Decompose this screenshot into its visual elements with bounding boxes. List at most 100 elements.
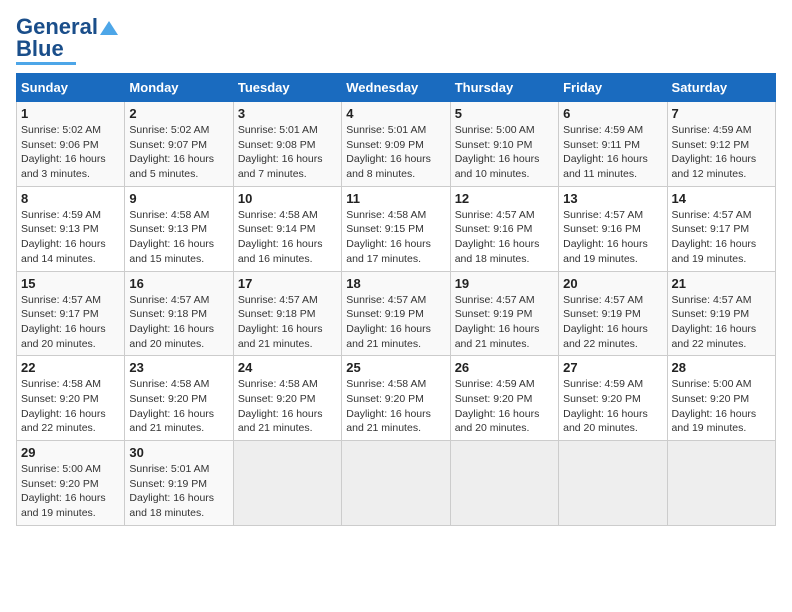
day-number: 24: [238, 360, 337, 375]
day-cell: 16Sunrise: 4:57 AM Sunset: 9:18 PM Dayli…: [125, 271, 233, 356]
day-cell: 25 Sunrise: 4:58 AM Sunset: 9:20 PM Dayli…: [342, 356, 450, 441]
day-cell: 10 Sunrise: 4:58 AM Sunset: 9:14 PM Dayli…: [233, 186, 341, 271]
day-number: 2: [129, 106, 228, 121]
day-cell: 9 Sunrise: 4:58 AM Sunset: 9:13 PM Daylig…: [125, 186, 233, 271]
day-number: 18: [346, 276, 445, 291]
weekday-header-friday: Friday: [559, 74, 667, 102]
day-info: Sunrise: 5:00 AM Sunset: 9:20 PM Dayligh…: [21, 462, 120, 521]
day-info: Sunrise: 4:58 AM Sunset: 9:20 PM Dayligh…: [129, 377, 228, 436]
day-info: Sunrise: 4:57 AM Sunset: 9:16 PM Dayligh…: [563, 208, 662, 267]
day-cell: 4Sunrise: 5:01 AM Sunset: 9:09 PM Daylig…: [342, 102, 450, 187]
week-row-3: 15Sunrise: 4:57 AM Sunset: 9:17 PM Dayli…: [17, 271, 776, 356]
day-cell: 14 Sunrise: 4:57 AM Sunset: 9:17 PM Dayli…: [667, 186, 775, 271]
day-number: 27: [563, 360, 662, 375]
day-cell: 6 Sunrise: 4:59 AM Sunset: 9:11 PM Daylig…: [559, 102, 667, 187]
day-info: Sunrise: 4:57 AM Sunset: 9:19 PM Dayligh…: [563, 293, 662, 352]
day-number: 17: [238, 276, 337, 291]
day-info: Sunrise: 4:57 AM Sunset: 9:18 PM Dayligh…: [238, 293, 337, 352]
day-info: Sunrise: 4:58 AM Sunset: 9:13 PM Dayligh…: [129, 208, 228, 267]
day-info: Sunrise: 4:58 AM Sunset: 9:20 PM Dayligh…: [346, 377, 445, 436]
header: General Blue: [16, 16, 776, 65]
day-cell: [667, 441, 775, 526]
day-cell: 5 Sunrise: 5:00 AM Sunset: 9:10 PM Daylig…: [450, 102, 558, 187]
day-info: Sunrise: 4:59 AM Sunset: 9:20 PM Dayligh…: [455, 377, 554, 436]
day-cell: 21Sunrise: 4:57 AM Sunset: 9:19 PM Dayli…: [667, 271, 775, 356]
day-number: 22: [21, 360, 120, 375]
weekday-header-tuesday: Tuesday: [233, 74, 341, 102]
day-cell: 19Sunrise: 4:57 AM Sunset: 9:19 PM Dayli…: [450, 271, 558, 356]
day-number: 16: [129, 276, 228, 291]
day-number: 15: [21, 276, 120, 291]
day-number: 14: [672, 191, 771, 206]
day-info: Sunrise: 4:57 AM Sunset: 9:19 PM Dayligh…: [672, 293, 771, 352]
day-number: 3: [238, 106, 337, 121]
day-cell: 22 Sunrise: 4:58 AM Sunset: 9:20 PM Dayli…: [17, 356, 125, 441]
day-info: Sunrise: 4:59 AM Sunset: 9:20 PM Dayligh…: [563, 377, 662, 436]
day-info: Sunrise: 4:59 AM Sunset: 9:11 PM Dayligh…: [563, 123, 662, 182]
day-cell: 13 Sunrise: 4:57 AM Sunset: 9:16 PM Dayli…: [559, 186, 667, 271]
day-cell: 11 Sunrise: 4:58 AM Sunset: 9:15 PM Dayli…: [342, 186, 450, 271]
day-number: 1: [21, 106, 120, 121]
day-info: Sunrise: 4:57 AM Sunset: 9:19 PM Dayligh…: [455, 293, 554, 352]
day-info: Sunrise: 5:00 AM Sunset: 9:20 PM Dayligh…: [672, 377, 771, 436]
logo-underline: [16, 62, 76, 65]
week-row-2: 8 Sunrise: 4:59 AM Sunset: 9:13 PM Daylig…: [17, 186, 776, 271]
logo-blue-line: Blue: [16, 38, 64, 60]
logo-icon: [100, 21, 118, 35]
day-number: 7: [672, 106, 771, 121]
day-cell: 27 Sunrise: 4:59 AM Sunset: 9:20 PM Dayli…: [559, 356, 667, 441]
day-number: 5: [455, 106, 554, 121]
day-cell: 3 Sunrise: 5:01 AM Sunset: 9:08 PM Daylig…: [233, 102, 341, 187]
day-info: Sunrise: 4:57 AM Sunset: 9:17 PM Dayligh…: [672, 208, 771, 267]
day-cell: 20 Sunrise: 4:57 AM Sunset: 9:19 PM Dayli…: [559, 271, 667, 356]
weekday-header-sunday: Sunday: [17, 74, 125, 102]
logo-text: General: [16, 16, 118, 38]
day-cell: [559, 441, 667, 526]
day-number: 26: [455, 360, 554, 375]
day-info: Sunrise: 4:57 AM Sunset: 9:19 PM Dayligh…: [346, 293, 445, 352]
day-cell: 30Sunrise: 5:01 AM Sunset: 9:19 PM Dayli…: [125, 441, 233, 526]
day-cell: 7 Sunrise: 4:59 AM Sunset: 9:12 PM Daylig…: [667, 102, 775, 187]
day-number: 6: [563, 106, 662, 121]
day-number: 23: [129, 360, 228, 375]
week-row-1: 1Sunrise: 5:02 AM Sunset: 9:06 PM Daylig…: [17, 102, 776, 187]
week-row-5: 29 Sunrise: 5:00 AM Sunset: 9:20 PM Dayli…: [17, 441, 776, 526]
day-cell: 8 Sunrise: 4:59 AM Sunset: 9:13 PM Daylig…: [17, 186, 125, 271]
day-cell: 23 Sunrise: 4:58 AM Sunset: 9:20 PM Dayli…: [125, 356, 233, 441]
day-number: 20: [563, 276, 662, 291]
day-number: 25: [346, 360, 445, 375]
day-info: Sunrise: 5:00 AM Sunset: 9:10 PM Dayligh…: [455, 123, 554, 182]
day-info: Sunrise: 5:01 AM Sunset: 9:09 PM Dayligh…: [346, 123, 445, 182]
day-cell: 18 Sunrise: 4:57 AM Sunset: 9:19 PM Dayli…: [342, 271, 450, 356]
weekday-header-saturday: Saturday: [667, 74, 775, 102]
day-cell: [342, 441, 450, 526]
day-info: Sunrise: 4:58 AM Sunset: 9:15 PM Dayligh…: [346, 208, 445, 267]
day-info: Sunrise: 5:01 AM Sunset: 9:08 PM Dayligh…: [238, 123, 337, 182]
day-cell: 1Sunrise: 5:02 AM Sunset: 9:06 PM Daylig…: [17, 102, 125, 187]
weekday-header-row: SundayMondayTuesdayWednesdayThursdayFrid…: [17, 74, 776, 102]
day-number: 13: [563, 191, 662, 206]
day-number: 11: [346, 191, 445, 206]
day-cell: 2Sunrise: 5:02 AM Sunset: 9:07 PM Daylig…: [125, 102, 233, 187]
day-number: 29: [21, 445, 120, 460]
day-number: 28: [672, 360, 771, 375]
day-cell: 28 Sunrise: 5:00 AM Sunset: 9:20 PM Dayli…: [667, 356, 775, 441]
day-cell: 24 Sunrise: 4:58 AM Sunset: 9:20 PM Dayli…: [233, 356, 341, 441]
logo: General Blue: [16, 16, 118, 65]
day-number: 10: [238, 191, 337, 206]
weekday-header-monday: Monday: [125, 74, 233, 102]
day-cell: [233, 441, 341, 526]
day-info: Sunrise: 5:01 AM Sunset: 9:19 PM Dayligh…: [129, 462, 228, 521]
day-info: Sunrise: 4:58 AM Sunset: 9:20 PM Dayligh…: [238, 377, 337, 436]
day-info: Sunrise: 4:59 AM Sunset: 9:13 PM Dayligh…: [21, 208, 120, 267]
day-info: Sunrise: 4:58 AM Sunset: 9:20 PM Dayligh…: [21, 377, 120, 436]
day-cell: [450, 441, 558, 526]
day-info: Sunrise: 4:58 AM Sunset: 9:14 PM Dayligh…: [238, 208, 337, 267]
day-info: Sunrise: 4:59 AM Sunset: 9:12 PM Dayligh…: [672, 123, 771, 182]
day-cell: 17 Sunrise: 4:57 AM Sunset: 9:18 PM Dayli…: [233, 271, 341, 356]
day-number: 9: [129, 191, 228, 206]
day-number: 12: [455, 191, 554, 206]
week-row-4: 22 Sunrise: 4:58 AM Sunset: 9:20 PM Dayli…: [17, 356, 776, 441]
day-number: 8: [21, 191, 120, 206]
day-cell: 29 Sunrise: 5:00 AM Sunset: 9:20 PM Dayli…: [17, 441, 125, 526]
